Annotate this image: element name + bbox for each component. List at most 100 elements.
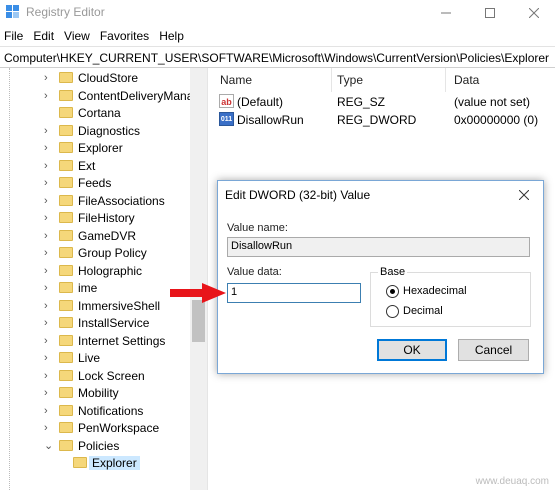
column-divider[interactable] <box>331 68 332 92</box>
maximize-button[interactable] <box>469 0 511 26</box>
value-name: (Default) <box>237 95 284 109</box>
tree-item[interactable]: › FileAssociations <box>0 193 190 211</box>
value-type: REG_SZ <box>337 95 386 109</box>
tree-item[interactable]: › Ext <box>0 158 190 176</box>
base-group <box>370 272 531 327</box>
registry-editor-icon <box>6 5 19 18</box>
chevron-right-icon[interactable]: › <box>44 370 54 382</box>
folder-icon <box>59 212 73 223</box>
tree-item-label: ImmersiveShell <box>78 298 161 313</box>
tree-item[interactable]: › ContentDeliveryMana <box>0 88 193 106</box>
tree-item-label: Feeds <box>78 176 112 190</box>
tree-scrollbar-thumb[interactable] <box>192 300 205 342</box>
menu-edit[interactable]: Edit <box>33 26 62 46</box>
chevron-right-icon[interactable]: › <box>44 265 54 277</box>
folder-icon <box>59 247 73 258</box>
folder-icon <box>59 352 73 363</box>
value-name-field: DisallowRun <box>227 237 530 257</box>
chevron-right-icon[interactable]: › <box>44 317 54 329</box>
decimal-label[interactable]: Decimal <box>403 305 443 317</box>
chevron-right-icon[interactable]: › <box>44 387 54 399</box>
chevron-right-icon[interactable]: › <box>44 142 54 154</box>
column-header-data[interactable]: Data <box>454 73 479 87</box>
tree-item[interactable]: › InstallService <box>0 315 190 333</box>
chevron-right-icon[interactable]: › <box>44 422 54 434</box>
column-header-name[interactable]: Name <box>220 73 252 87</box>
menu-file[interactable]: File <box>4 26 31 46</box>
tree-item-label: Notifications <box>78 403 144 418</box>
cancel-button[interactable]: Cancel <box>458 339 529 361</box>
tree-item[interactable]: ⌄ Policies <box>0 438 190 456</box>
chevron-right-icon[interactable]: › <box>44 195 54 207</box>
folder-icon <box>59 229 73 241</box>
tree-item-label: PenWorkspace <box>78 421 160 435</box>
tree-item-label: Group Policy <box>78 246 147 260</box>
value-type: REG_DWORD <box>337 113 417 127</box>
chevron-right-icon[interactable]: › <box>44 177 54 189</box>
chevron-right-icon[interactable]: › <box>44 72 54 84</box>
close-button[interactable] <box>513 0 555 26</box>
tree-item[interactable]: › Mobility <box>0 385 190 403</box>
tree-item[interactable]: › FileHistory <box>0 210 190 228</box>
hexadecimal-radio[interactable] <box>386 285 399 298</box>
folder-icon <box>59 404 73 416</box>
tree-item[interactable]: › Lock Screen <box>0 368 190 386</box>
chevron-right-icon[interactable]: › <box>44 230 54 242</box>
tree-item[interactable]: › Live <box>0 350 190 368</box>
menu-view[interactable]: View <box>64 26 98 46</box>
tree-item[interactable]: › Group Policy <box>0 245 190 263</box>
folder-icon <box>73 457 87 468</box>
tree-item[interactable]: › Holographic <box>0 263 190 281</box>
tree-item[interactable]: › ImmersiveShell <box>0 298 190 316</box>
column-header-type[interactable]: Type <box>337 73 363 87</box>
menu-bar: File Edit View Favorites Help <box>0 26 555 46</box>
value-data-field[interactable]: 1 <box>227 283 361 303</box>
value-row[interactable]: 011 DisallowRun REG_DWORD 0x00000000 (0) <box>213 111 555 129</box>
folder-icon <box>59 159 73 171</box>
chevron-right-icon[interactable]: › <box>44 352 54 364</box>
chevron-down-icon[interactable]: ⌄ <box>44 440 54 452</box>
chevron-right-icon[interactable]: › <box>44 247 54 259</box>
chevron-right-icon[interactable]: › <box>44 335 54 347</box>
address-bar[interactable]: Computer\HKEY_CURRENT_USER\SOFTWARE\Micr… <box>0 46 555 68</box>
tree-item-label: Internet Settings <box>78 333 166 348</box>
tree-item[interactable]: › GameDVR <box>0 228 190 246</box>
folder-icon <box>59 439 73 451</box>
tree-scrollbar[interactable] <box>190 68 207 490</box>
column-divider[interactable] <box>445 68 446 92</box>
menu-favorites[interactable]: Favorites <box>100 26 157 46</box>
tree-item-label: InstallService <box>78 316 150 330</box>
tree-item[interactable]: › Notifications <box>0 403 190 421</box>
close-icon <box>518 189 530 201</box>
folder-icon <box>59 369 73 381</box>
string-value-icon: ab <box>219 94 234 108</box>
tree-item[interactable]: Explorer <box>0 455 190 473</box>
tree-item[interactable]: › Feeds <box>0 175 190 193</box>
chevron-right-icon[interactable]: › <box>44 212 54 224</box>
tree-item[interactable]: › Explorer <box>0 140 190 158</box>
chevron-right-icon[interactable]: › <box>44 282 54 294</box>
minimize-button[interactable] <box>425 0 467 26</box>
tree-item[interactable]: › Diagnostics <box>0 123 190 141</box>
value-row[interactable]: ab (Default) REG_SZ (value not set) <box>213 93 555 111</box>
tree-item[interactable]: Cortana <box>0 105 190 123</box>
tree-item[interactable]: › Internet Settings <box>0 333 190 351</box>
decimal-radio[interactable] <box>386 305 399 318</box>
hexadecimal-label[interactable]: Hexadecimal <box>403 285 467 297</box>
chevron-right-icon[interactable]: › <box>44 405 54 417</box>
tree-item[interactable]: › PenWorkspace <box>0 420 190 438</box>
tree-item-label: Live <box>78 351 101 365</box>
close-icon <box>529 8 539 18</box>
menu-help[interactable]: Help <box>159 26 192 46</box>
folder-icon <box>59 194 73 206</box>
edit-dword-dialog: Edit DWORD (32-bit) Value Value name: Di… <box>217 180 544 374</box>
chevron-right-icon[interactable]: › <box>44 300 54 312</box>
ok-button[interactable]: OK <box>377 339 447 361</box>
chevron-right-icon[interactable]: › <box>44 90 54 102</box>
tree-item[interactable]: › ime <box>0 280 190 298</box>
tree-item-label: GameDVR <box>78 228 137 243</box>
chevron-right-icon[interactable]: › <box>44 160 54 172</box>
chevron-right-icon[interactable]: › <box>44 125 54 137</box>
dialog-close-button[interactable] <box>511 184 537 206</box>
tree-item[interactable]: › CloudStore <box>0 70 190 88</box>
